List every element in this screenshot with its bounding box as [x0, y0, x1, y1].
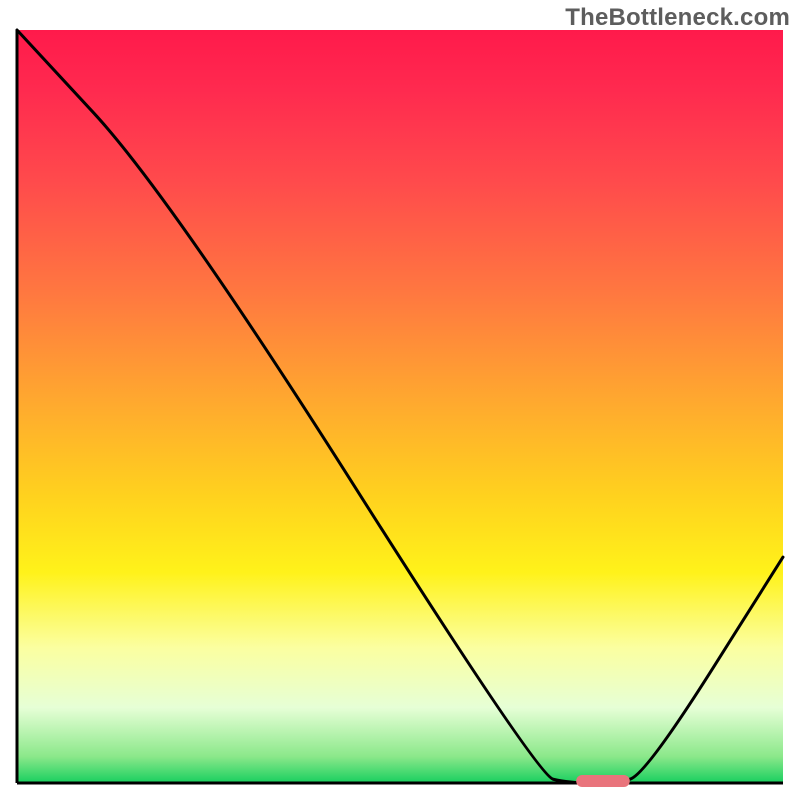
- watermark-text: TheBottleneck.com: [565, 4, 790, 32]
- chart-container: TheBottleneck.com: [0, 0, 800, 800]
- optimal-marker: [576, 775, 630, 787]
- bottleneck-chart: [0, 0, 800, 800]
- gradient-background: [17, 30, 783, 783]
